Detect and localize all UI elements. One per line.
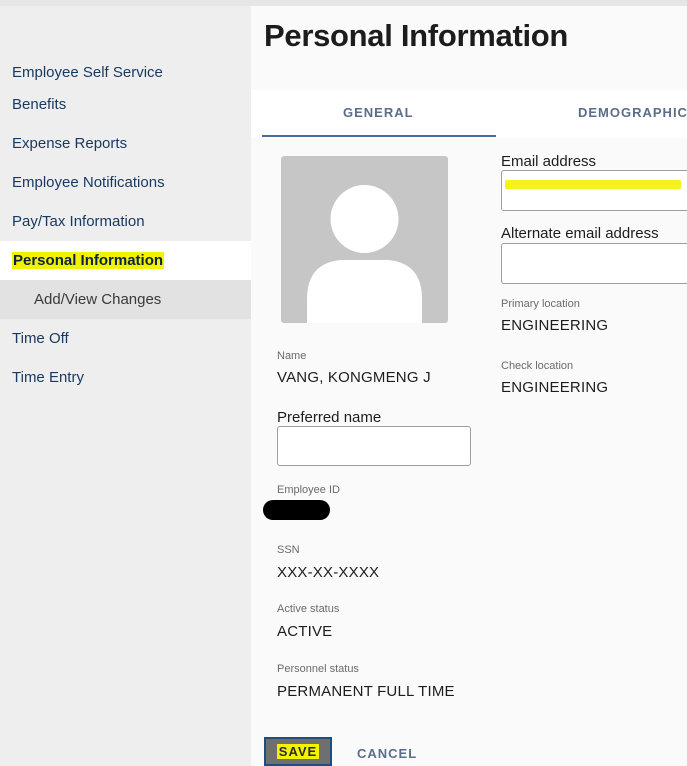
sidebar-item-label: Employee Self Service (12, 64, 163, 81)
sidebar-item-time-entry[interactable]: Time Entry (0, 358, 251, 397)
sidebar-item-label: Employee Notifications (12, 174, 165, 191)
ssn-label: SSN (277, 544, 300, 556)
email-highlight-mark (505, 180, 681, 189)
sidebar-item-personal-information[interactable]: Personal Information (0, 241, 251, 280)
active-tab-indicator (262, 135, 496, 137)
cancel-button[interactable]: CANCEL (357, 746, 417, 761)
ssn-value: XXX-XX-XXXX (277, 564, 380, 581)
sidebar-item-label: Time Entry (12, 369, 84, 386)
preferred-name-label: Preferred name (277, 409, 382, 426)
primary-location-label: Primary location (501, 298, 580, 310)
name-label: Name (277, 350, 307, 362)
page-title: Personal Information (264, 18, 569, 53)
email-input[interactable] (501, 170, 687, 211)
check-location-value: ENGINEERING (501, 379, 609, 396)
sidebar-item-add-view-changes[interactable]: Add/View Changes (0, 280, 251, 319)
active-status-label: Active status (277, 603, 340, 615)
tab-demographic[interactable]: DEMOGRAPHIC (578, 105, 687, 120)
alternate-email-label: Alternate email address (501, 225, 659, 242)
sidebar-item-benefits[interactable]: Benefits (0, 85, 251, 124)
sidebar-item-label: Personal Information (12, 252, 165, 269)
employee-id-label: Employee ID (277, 484, 340, 496)
sidebar-item-label: Add/View Changes (34, 291, 162, 308)
check-location-label: Check location (501, 360, 574, 372)
profile-photo (281, 156, 448, 323)
name-value: VANG, KONGMENG J (277, 369, 431, 386)
alternate-email-input[interactable] (501, 243, 687, 284)
personnel-status-value: PERMANENT FULL TIME (277, 683, 455, 700)
save-button[interactable]: SAVE (264, 737, 332, 766)
email-label: Email address (501, 153, 597, 170)
user-silhouette-icon (307, 185, 422, 323)
sidebar-item-employee-notifications[interactable]: Employee Notifications (0, 163, 251, 202)
personnel-status-label: Personnel status (277, 663, 359, 675)
tab-general[interactable]: GENERAL (343, 105, 414, 120)
primary-location-value: ENGINEERING (501, 317, 609, 334)
employee-id-redaction (263, 500, 330, 520)
preferred-name-input[interactable] (277, 426, 471, 466)
sidebar-item-label: Time Off (12, 330, 69, 347)
active-status-value: ACTIVE (277, 623, 333, 640)
sidebar-item-label: Pay/Tax Information (12, 213, 145, 230)
sidebar-item-expense-reports[interactable]: Expense Reports (0, 124, 251, 163)
sidebar-item-time-off[interactable]: Time Off (0, 319, 251, 358)
sidebar: Employee Self Service Benefits Expense R… (0, 6, 251, 766)
sidebar-item-pay-tax-information[interactable]: Pay/Tax Information (0, 202, 251, 241)
sidebar-item-label: Expense Reports (12, 135, 128, 152)
save-button-label: SAVE (276, 744, 320, 759)
sidebar-item-label: Benefits (12, 96, 67, 113)
